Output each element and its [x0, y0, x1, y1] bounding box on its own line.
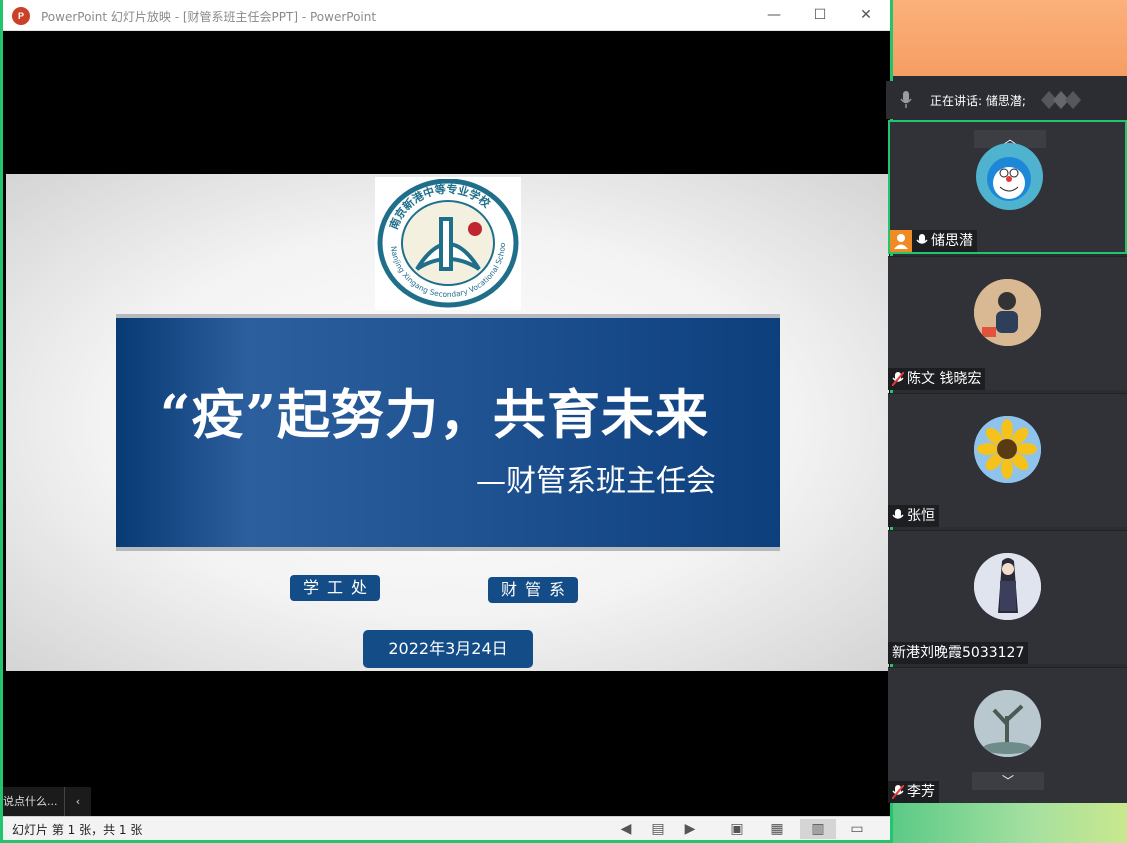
microphone-icon	[892, 509, 904, 519]
close-button[interactable]: ✕	[843, 0, 889, 30]
muted-microphone-icon	[892, 785, 904, 799]
participant-name: 新港刘晚霞5033127	[892, 645, 1025, 661]
speaker-indicator: 正在讲话: 储思潜;	[886, 81, 1127, 119]
slide-date: 2022年3月24日	[363, 630, 533, 668]
scroll-down-button[interactable]: ﹀	[972, 772, 1044, 790]
prev-icon[interactable]: ◀	[616, 819, 636, 839]
powerpoint-window: P PowerPoint 幻灯片放映 - [财管系班主任会PPT] - Powe…	[0, 0, 893, 843]
speaking-label: 正在讲话: 储思潜;	[930, 94, 1026, 108]
slide-subtitle: —财管系班主任会	[476, 464, 716, 499]
chat-input-popup[interactable]: 说点什么... ‹	[3, 787, 91, 816]
avatar	[974, 690, 1041, 757]
participant-tile[interactable]: ︿ 储思潜	[888, 120, 1127, 254]
window-title: PowerPoint 幻灯片放映 - [财管系班主任会PPT] - PowerP…	[41, 10, 377, 24]
school-logo: 南京新港中等专业学校 Nanjing Xingang Secondary Voc…	[375, 177, 521, 310]
school-logo-emblem-icon: 南京新港中等专业学校 Nanjing Xingang Secondary Voc…	[377, 179, 519, 308]
participant-name: 李芳	[907, 784, 935, 800]
participant-name: 陈文 钱晓宏	[907, 371, 982, 387]
avatar	[974, 279, 1041, 346]
slide-title: “疫”起努力，共育未来	[160, 384, 709, 446]
participant-name: 储思潜	[931, 233, 973, 249]
slideshow-area[interactable]: 南京新港中等专业学校 Nanjing Xingang Secondary Voc…	[3, 31, 890, 816]
participant-tile[interactable]: 新港刘晚霞5033127	[888, 530, 1127, 664]
minimize-button[interactable]: —	[751, 0, 797, 30]
desktop-background-bottom	[886, 803, 1127, 843]
avatar	[974, 553, 1041, 620]
notes-icon[interactable]: ▤	[648, 819, 668, 839]
audio-level-icon	[1041, 91, 1081, 109]
avatar	[976, 143, 1043, 210]
participant-name: 张恒	[907, 508, 935, 524]
slide[interactable]: 南京新港中等专业学校 Nanjing Xingang Secondary Voc…	[6, 174, 889, 671]
chat-input-placeholder[interactable]: 说点什么...	[3, 795, 58, 808]
participant-tile[interactable]: 张恒	[888, 393, 1127, 527]
participant-tile[interactable]: 陈文 钱晓宏	[888, 256, 1127, 390]
department-tag-student-affairs: 学工处	[290, 575, 380, 601]
participant-name-tag: 陈文 钱晓宏	[888, 368, 986, 390]
maximize-button[interactable]: ☐	[797, 0, 843, 30]
next-icon[interactable]: ▶	[680, 819, 700, 839]
title-bar[interactable]: P PowerPoint 幻灯片放映 - [财管系班主任会PPT] - Powe…	[3, 0, 890, 31]
participant-name-tag: 新港刘晚霞5033127	[888, 642, 1029, 664]
participant-tile[interactable]: ﹀ 李芳	[888, 667, 1127, 803]
participant-name-tag: 李芳	[888, 781, 939, 803]
department-tag-finance: 财管系	[488, 577, 578, 603]
title-banner: “疫”起努力，共育未来 —财管系班主任会	[116, 314, 780, 551]
avatar	[974, 416, 1041, 483]
microphone-icon	[916, 234, 928, 244]
slide-counter: 幻灯片 第 1 张，共 1 张	[12, 823, 143, 837]
chevron-left-icon[interactable]: ‹	[64, 787, 91, 816]
slideshow-icon[interactable]: ▭	[847, 819, 867, 839]
powerpoint-app-icon: P	[12, 7, 30, 25]
muted-microphone-icon	[892, 372, 904, 386]
status-bar: 幻灯片 第 1 张，共 1 张 ◀ ▤ ▶ ▣ ▦ ▥ ▭	[3, 816, 890, 840]
host-icon	[890, 230, 912, 252]
microphone-icon	[900, 91, 912, 108]
participant-name-tag: 张恒	[888, 505, 939, 527]
participant-name-tag: 储思潜	[890, 230, 977, 252]
normal-view-icon[interactable]: ▣	[727, 819, 747, 839]
slide-sorter-icon[interactable]: ▦	[767, 819, 787, 839]
reading-view-icon[interactable]: ▥	[800, 819, 836, 839]
